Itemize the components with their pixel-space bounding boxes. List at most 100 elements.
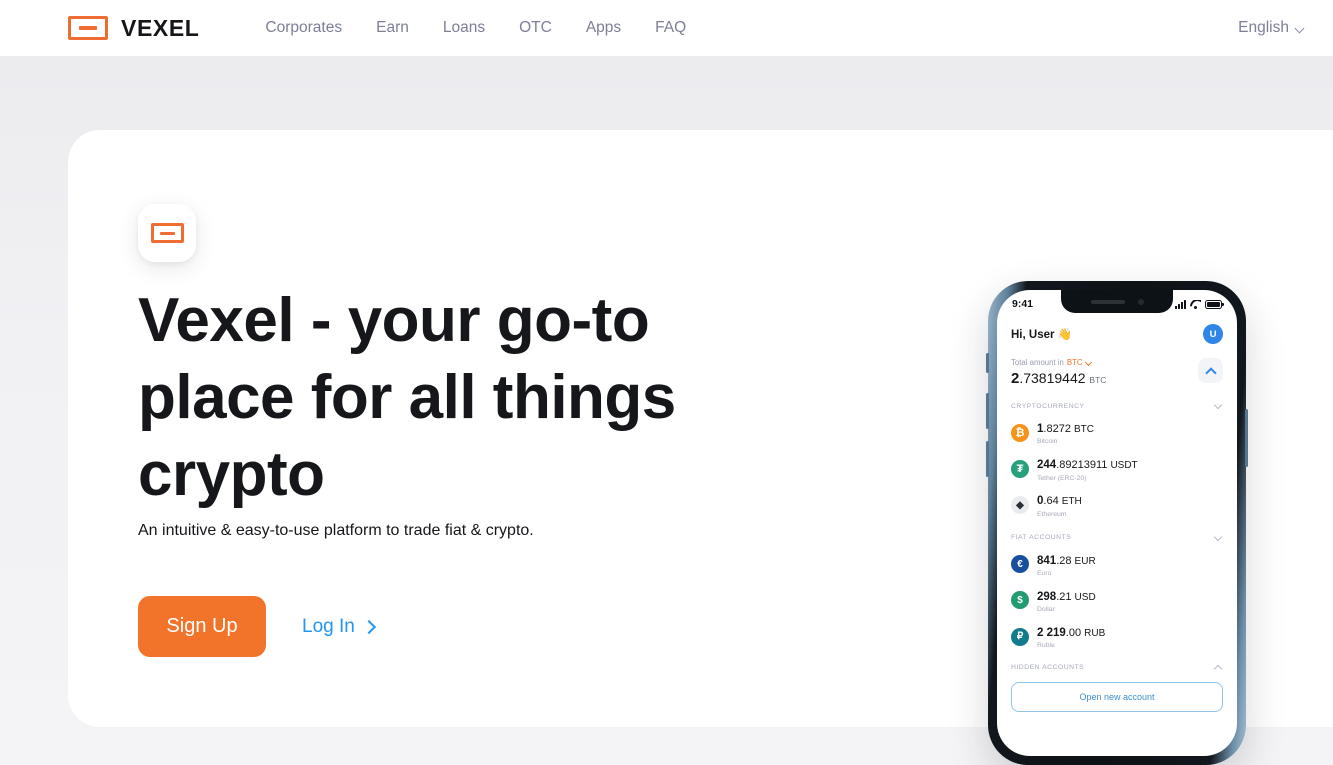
chevron-down-icon: [1086, 360, 1092, 366]
avatar[interactable]: U: [1203, 324, 1223, 344]
account-row-tether[interactable]: ₮ 244.89213911 USDT Tether (ERC-20): [1011, 455, 1223, 482]
collapse-balance-button[interactable]: [1198, 358, 1223, 383]
chevron-right-icon: [364, 621, 375, 632]
dollar-icon: $: [1011, 591, 1029, 610]
phone-power-button: [1245, 409, 1248, 467]
account-text: 2 219.00 RUB Ruble: [1037, 623, 1105, 650]
phone-mute-switch: [986, 353, 989, 373]
euro-icon: €: [1011, 555, 1029, 574]
phone-notch: [1061, 290, 1173, 313]
phone-volume-down-button: [986, 441, 989, 477]
account-amount: 841.28 EUR: [1037, 555, 1096, 567]
page-title: Vexel - your go-to place for all things …: [138, 286, 676, 509]
account-name: Ruble: [1037, 642, 1055, 650]
main-nav: Corporates Earn Loans OTC Apps FAQ: [265, 19, 686, 37]
battery-full-icon: [1205, 299, 1224, 309]
hero-logo-badge: [138, 204, 196, 262]
chevron-down-icon: [1215, 402, 1223, 410]
section-title: HIDDEN ACCOUNTS: [1011, 663, 1085, 671]
amount-integer: 841: [1037, 554, 1057, 567]
status-time: 9:41: [1012, 298, 1034, 310]
status-icons: [1175, 299, 1224, 309]
wifi-icon: [1190, 300, 1201, 309]
account-name: Ethereum: [1037, 510, 1067, 518]
account-amount: 298.21 USD: [1037, 591, 1096, 603]
amount-currency: USD: [1074, 591, 1096, 603]
chevron-down-icon: [1296, 24, 1305, 33]
total-amount-value: 2.73819442 BTC: [1011, 370, 1106, 387]
account-name: Euro: [1037, 570, 1052, 577]
chevron-up-icon: [1206, 366, 1215, 375]
amount-fraction: .21: [1056, 590, 1072, 603]
nav-item-otc[interactable]: OTC: [519, 19, 552, 37]
total-fraction: .73819442: [1019, 370, 1086, 386]
log-in-link[interactable]: Log In: [302, 616, 375, 638]
bitcoin-icon: ₿: [1011, 423, 1029, 442]
tether-icon: ₮: [1011, 459, 1029, 478]
total-unit: BTC: [1089, 375, 1107, 385]
total-label-prefix: Total amount in: [1011, 358, 1064, 367]
greeting-row: Hi, User 👋 U: [1011, 324, 1223, 344]
account-amount: 244.89213911 USDT: [1037, 459, 1138, 471]
language-selector[interactable]: English: [1238, 19, 1305, 37]
account-row-dollar[interactable]: $ 298.21 USD Dollar: [1011, 587, 1223, 614]
account-name: Tether (ERC-20): [1037, 474, 1087, 482]
ethereum-icon: ◆: [1011, 496, 1029, 514]
amount-currency: USDT: [1110, 460, 1138, 472]
account-row-bitcoin[interactable]: ₿ 1.8272 BTC Bitcoin: [1011, 419, 1223, 446]
section-header-hidden-accounts[interactable]: HIDDEN ACCOUNTS: [1011, 663, 1223, 671]
account-amount: 0.64 ETH: [1037, 495, 1082, 507]
amount-currency: EUR: [1074, 555, 1096, 567]
account-text: 0.64 ETH Ethereum: [1037, 491, 1082, 518]
vexel-logo-icon: [150, 223, 184, 243]
ruble-icon: ₽: [1011, 627, 1029, 646]
account-row-ethereum[interactable]: ◆ 0.64 ETH Ethereum: [1011, 491, 1223, 518]
total-currency: BTC: [1066, 358, 1083, 367]
amount-fraction: .64: [1043, 495, 1059, 508]
nav-item-loans[interactable]: Loans: [443, 19, 485, 37]
amount-fraction: .89213911: [1056, 459, 1108, 472]
language-label: English: [1238, 19, 1289, 36]
account-row-ruble[interactable]: ₽ 2 219.00 RUB Ruble: [1011, 623, 1223, 650]
total-amount-label[interactable]: Total amount in BTC: [1011, 358, 1106, 367]
account-amount: 2 219.00 RUB: [1037, 627, 1105, 639]
brand-name: VEXEL: [121, 14, 200, 41]
account-text: 841.28 EUR Euro: [1037, 551, 1096, 578]
wallet-app: Hi, User 👋 U Total amount in BTC 2.73819…: [997, 318, 1237, 713]
earpiece-speaker: [1090, 299, 1125, 304]
amount-integer: 298: [1037, 590, 1057, 603]
amount-currency: BTC: [1074, 424, 1094, 435]
top-navigation-bar: VEXEL Corporates Earn Loans OTC Apps FAQ…: [0, 0, 1333, 56]
nav-item-earn[interactable]: Earn: [376, 19, 409, 37]
amount-fraction: .00: [1065, 627, 1082, 640]
section-header-cryptocurrency[interactable]: CRYPTOCURRENCY: [1011, 402, 1223, 410]
brand-logo[interactable]: VEXEL: [68, 15, 199, 42]
account-text: 298.21 USD Dollar: [1037, 587, 1096, 614]
account-amount: 1.8272 BTC: [1037, 423, 1094, 435]
phone-mockup: 9:41 Hi, User 👋 U Total amount in BTC 2.…: [986, 281, 1248, 765]
amount-currency: RUB: [1084, 628, 1106, 640]
nav-item-corporates[interactable]: Corporates: [265, 19, 342, 37]
sign-up-button[interactable]: Sign Up: [138, 596, 266, 657]
nav-item-faq[interactable]: FAQ: [655, 19, 686, 37]
account-name: Bitcoin: [1037, 438, 1058, 446]
hero-subtitle: An intuitive & easy-to-use platform to t…: [138, 522, 534, 539]
total-amount-row: Total amount in BTC 2.73819442 BTC: [1011, 358, 1223, 387]
nav-item-apps[interactable]: Apps: [586, 19, 621, 37]
amount-fraction: .28: [1056, 554, 1072, 567]
cellular-signal-icon: [1175, 299, 1186, 309]
section-header-fiat-accounts[interactable]: FIAT ACCOUNTS: [1011, 534, 1223, 542]
account-text: 1.8272 BTC Bitcoin: [1037, 419, 1094, 446]
amount-fraction: .8272: [1043, 423, 1071, 435]
phone-screen: 9:41 Hi, User 👋 U Total amount in BTC 2.…: [997, 290, 1237, 756]
section-title: CRYPTOCURRENCY: [1011, 402, 1085, 410]
account-row-euro[interactable]: € 841.28 EUR Euro: [1011, 551, 1223, 578]
account-name: Dollar: [1037, 606, 1055, 614]
chevron-up-icon: [1215, 663, 1223, 671]
open-new-account-button[interactable]: Open new account: [1011, 682, 1223, 713]
total-amount-block: Total amount in BTC 2.73819442 BTC: [1011, 358, 1106, 387]
chevron-down-icon: [1215, 534, 1223, 542]
hero-cta-row: Sign Up Log In: [138, 596, 375, 657]
greeting-text: Hi, User 👋: [1011, 329, 1072, 341]
vexel-logo-icon: [68, 16, 108, 40]
